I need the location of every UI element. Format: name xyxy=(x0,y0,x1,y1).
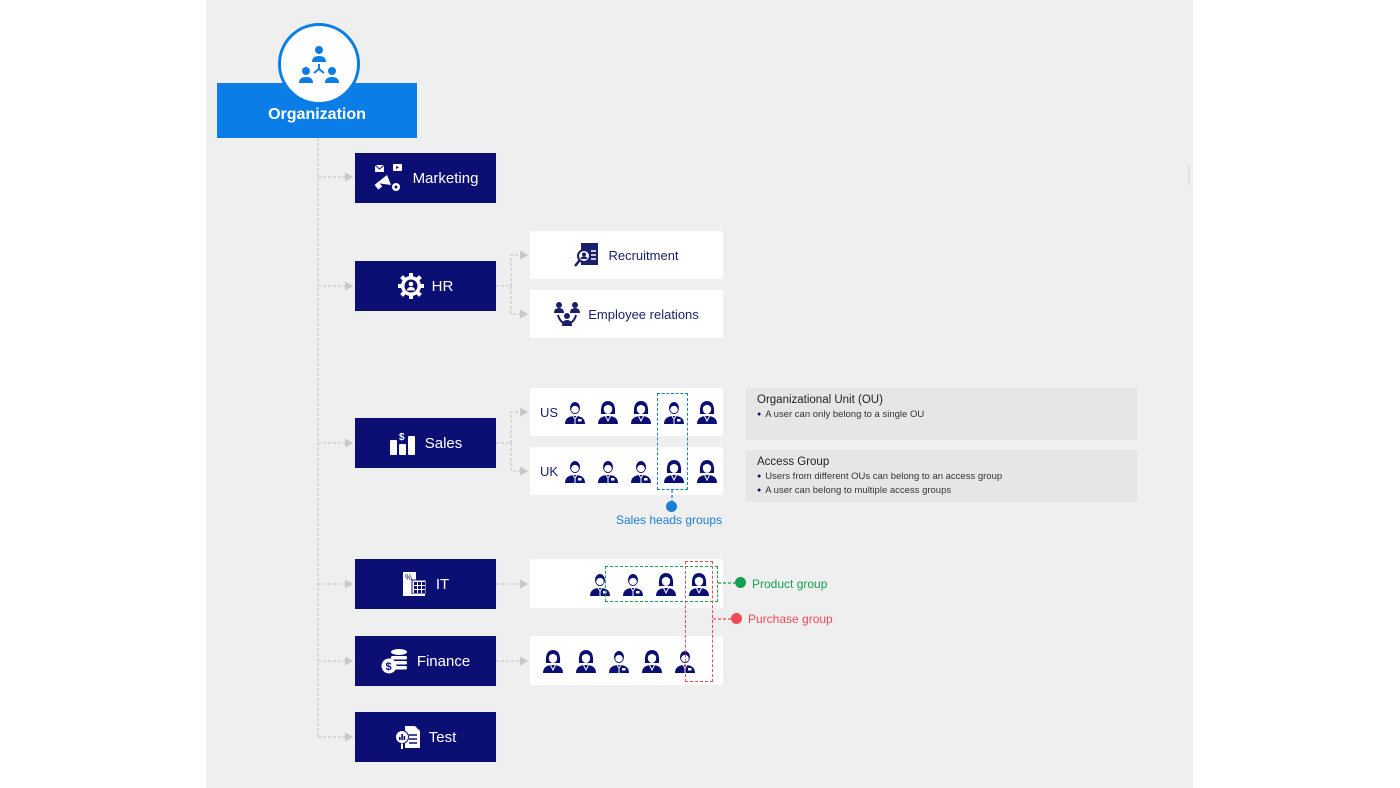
svg-text:$: $ xyxy=(399,432,405,443)
subunit-label: Recruitment xyxy=(608,247,679,263)
member-list xyxy=(558,457,723,485)
female-user-icon[interactable] xyxy=(591,398,624,426)
organization-label: Organization xyxy=(268,106,366,123)
legend-title: Organizational Unit (OU) xyxy=(757,394,883,406)
male-user-icon[interactable] xyxy=(624,457,657,485)
region-label: US xyxy=(540,404,559,420)
legend-ou: Organizational Unit (OU) A user can only… xyxy=(746,388,1137,440)
subunit-recruitment[interactable]: Recruitment xyxy=(530,231,723,279)
dept-label: Test xyxy=(428,728,457,746)
male-user-icon[interactable] xyxy=(558,457,591,485)
org-hierarchy-icon xyxy=(278,23,360,105)
legend-title: Access Group xyxy=(757,456,830,468)
legend-bullet: A user can only belong to a single OU xyxy=(757,408,1126,422)
male-user-icon[interactable] xyxy=(602,647,635,675)
megaphone-icon xyxy=(374,164,402,191)
female-user-icon[interactable] xyxy=(690,398,723,426)
purchase-group-outline xyxy=(685,561,713,682)
subunit-us[interactable]: US xyxy=(530,388,723,436)
male-user-icon[interactable] xyxy=(591,457,624,485)
dept-label: IT xyxy=(435,575,450,593)
dept-label: Marketing xyxy=(412,169,479,187)
product-group-dot xyxy=(735,577,746,588)
female-user-icon[interactable] xyxy=(624,398,657,426)
team-icon xyxy=(554,302,581,326)
dept-sales[interactable]: $ Sales xyxy=(355,418,496,468)
member-list xyxy=(558,398,723,426)
subunit-label: Employee relations xyxy=(588,306,699,322)
sales-heads-label: Sales heads groups xyxy=(616,513,723,527)
dept-marketing[interactable]: Marketing xyxy=(355,153,496,203)
dept-hr[interactable]: HR xyxy=(355,261,496,311)
calculator-doc-icon: % xyxy=(402,572,427,596)
sales-heads-group-outline xyxy=(657,393,688,490)
legend-bullet: A user can belong to multiple access gro… xyxy=(757,484,1126,498)
dept-it[interactable]: % IT xyxy=(355,559,496,609)
female-user-icon[interactable] xyxy=(635,647,668,675)
purchase-group-label: Purchase group xyxy=(748,612,833,626)
test-report-icon xyxy=(394,726,420,749)
dept-finance[interactable]: $ Finance xyxy=(355,636,496,686)
svg-text:%: % xyxy=(405,573,412,582)
sales-heads-dot xyxy=(666,501,677,512)
sales-chart-icon: $ xyxy=(389,432,415,455)
svg-text:$: $ xyxy=(385,661,391,673)
member-list xyxy=(536,647,701,675)
dept-label: Finance xyxy=(416,652,471,670)
purchase-group-dot xyxy=(731,613,742,624)
female-user-icon[interactable] xyxy=(569,647,602,675)
subunit-uk[interactable]: UK xyxy=(530,447,723,495)
product-group-label: Product group xyxy=(752,577,828,591)
coins-icon: $ xyxy=(381,649,407,674)
legend-access-group: Access Group Users from different OUs ca… xyxy=(746,450,1137,502)
gear-person-icon xyxy=(397,273,424,299)
legend-bullet: Users from different OUs can belong to a… xyxy=(757,470,1126,484)
recruitment-search-icon xyxy=(574,243,599,267)
dept-label: HR xyxy=(431,277,454,295)
subunit-employee-relations[interactable]: Employee relations xyxy=(530,290,723,338)
dept-label: Sales xyxy=(424,434,463,452)
female-user-icon[interactable] xyxy=(536,647,569,675)
female-user-icon[interactable] xyxy=(690,457,723,485)
region-label: UK xyxy=(540,463,559,479)
male-user-icon[interactable] xyxy=(558,398,591,426)
dept-test[interactable]: Test xyxy=(355,712,496,762)
